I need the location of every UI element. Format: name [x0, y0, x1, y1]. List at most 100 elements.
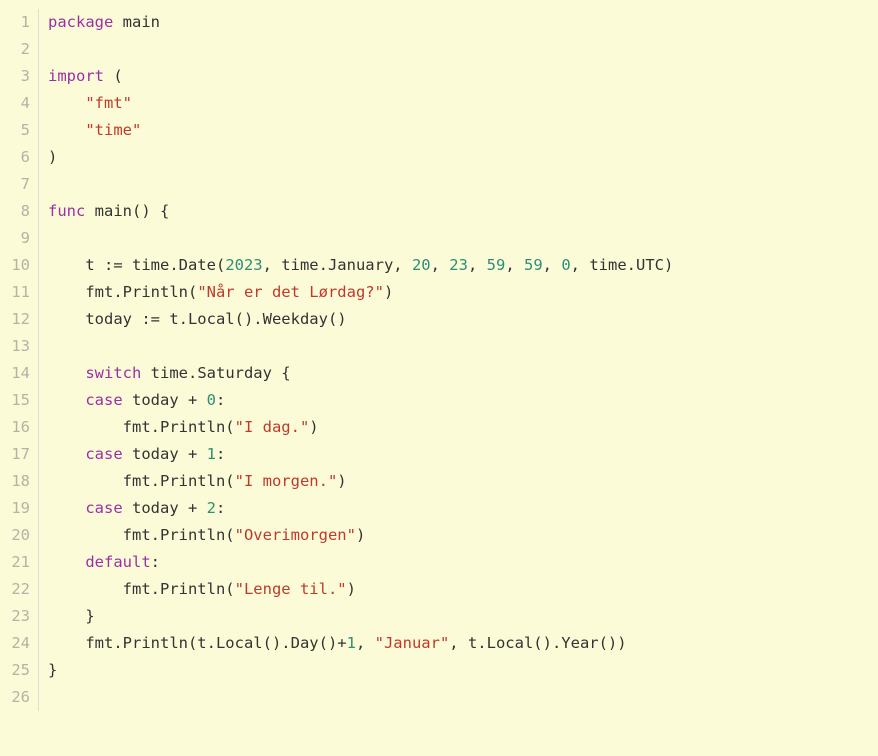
line-content[interactable]: fmt.Println("Når er det Lørdag?")	[39, 279, 878, 306]
code-line[interactable]: 13	[0, 333, 878, 360]
code-line[interactable]: 2	[0, 36, 878, 63]
token-keyword: import	[48, 67, 104, 85]
token-plain: t := time.Date(	[48, 256, 226, 274]
line-content[interactable]: default:	[39, 549, 878, 576]
token-plain: ,	[542, 256, 562, 274]
token-number: 0	[561, 256, 571, 274]
token-plain: main	[113, 13, 160, 31]
line-number: 20	[11, 526, 30, 544]
token-keyword: package	[48, 13, 114, 31]
line-number: 16	[11, 418, 30, 436]
code-line[interactable]: 11 fmt.Println("Når er det Lørdag?")	[0, 279, 878, 306]
line-content[interactable]: case today + 0:	[39, 387, 878, 414]
line-number: 6	[20, 148, 30, 166]
code-line[interactable]: 7	[0, 171, 878, 198]
line-content[interactable]	[39, 225, 878, 252]
line-number: 10	[11, 256, 30, 274]
line-content[interactable]	[39, 684, 878, 711]
code-line[interactable]: 17 case today + 1:	[0, 441, 878, 468]
line-number: 2	[20, 40, 30, 58]
code-line[interactable]: 25}	[0, 657, 878, 684]
line-content[interactable]: import (	[39, 63, 878, 90]
line-number: 24	[11, 634, 30, 652]
line-content[interactable]: )	[39, 144, 878, 171]
line-content[interactable]: fmt.Println("I morgen.")	[39, 468, 878, 495]
code-line[interactable]: 3 import (	[0, 63, 878, 90]
token-plain: (	[104, 67, 123, 85]
line-number: 4	[20, 94, 30, 112]
code-line[interactable]: 15 case today + 0:	[0, 387, 878, 414]
token-plain: main() {	[85, 202, 170, 220]
token-number: 0	[206, 391, 216, 409]
line-content[interactable]: fmt.Println("Overimorgen")	[39, 522, 878, 549]
token-string: "Lenge til."	[234, 580, 347, 598]
code-line[interactable]: 18 fmt.Println("I morgen.")	[0, 468, 878, 495]
line-content[interactable]: t := time.Date(2023, time.January, 20, 2…	[39, 252, 878, 279]
line-number: 11	[11, 283, 30, 301]
code-line[interactable]: 20 fmt.Println("Overimorgen")	[0, 522, 878, 549]
line-content[interactable]	[39, 171, 878, 198]
line-content[interactable]: case today + 2:	[39, 495, 878, 522]
token-plain: )	[346, 580, 356, 598]
line-content[interactable]: today := t.Local().Weekday()	[39, 306, 878, 333]
line-number: 19	[11, 499, 30, 517]
code-line[interactable]: 10 t := time.Date(2023, time.January, 20…	[0, 252, 878, 279]
line-number: 1	[20, 13, 30, 31]
token-plain: today +	[122, 445, 207, 463]
code-line[interactable]: 8 func main() {	[0, 198, 878, 225]
token-plain: )	[337, 472, 347, 490]
token-plain: ,	[355, 634, 375, 652]
line-content[interactable]: }	[39, 603, 878, 630]
line-content[interactable]: switch time.Saturday {	[39, 360, 878, 387]
code-line[interactable]: 26	[0, 684, 878, 711]
line-content[interactable]: fmt.Println("I dag.")	[39, 414, 878, 441]
token-plain: ,	[430, 256, 450, 274]
code-line[interactable]: 12 today := t.Local().Weekday()	[0, 306, 878, 333]
line-number: 26	[11, 688, 30, 706]
line-content[interactable]: fmt.Println(t.Local().Day()+1, "Januar",…	[39, 630, 878, 657]
line-number: 17	[11, 445, 30, 463]
token-number: 1	[206, 445, 216, 463]
line-number: 22	[11, 580, 30, 598]
line-content[interactable]: package main	[39, 9, 878, 36]
code-line[interactable]: 5 "time"	[0, 117, 878, 144]
line-content[interactable]: func main() {	[39, 198, 878, 225]
line-content[interactable]: "time"	[39, 117, 878, 144]
token-string: "fmt"	[85, 94, 132, 112]
token-string: "Når er det Lørdag?"	[197, 283, 384, 301]
token-plain: , time.January,	[262, 256, 412, 274]
code-viewer[interactable]: 1 package main 2 3 import (4 "fmt" 5 "time" 6…	[0, 0, 878, 756]
code-line[interactable]: 21 default:	[0, 549, 878, 576]
line-content[interactable]: case today + 1:	[39, 441, 878, 468]
code-line[interactable]: 19 case today + 2:	[0, 495, 878, 522]
code-line[interactable]: 1 package main	[0, 9, 878, 36]
code-line[interactable]: 14 switch time.Saturday {	[0, 360, 878, 387]
token-plain: today := t.Local().Weekday()	[48, 310, 347, 328]
token-number: 59	[523, 256, 543, 274]
code-line[interactable]: 6)	[0, 144, 878, 171]
line-number: 3	[20, 67, 30, 85]
code-line[interactable]: 4 "fmt"	[0, 90, 878, 117]
line-number: 7	[20, 175, 30, 193]
line-content[interactable]: fmt.Println("Lenge til.")	[39, 576, 878, 603]
line-number: 18	[11, 472, 30, 490]
token-number: 23	[449, 256, 468, 274]
line-content[interactable]: "fmt"	[39, 90, 878, 117]
token-plain: :	[216, 445, 226, 463]
token-number: 1	[346, 634, 356, 652]
code-line[interactable]: 16 fmt.Println("I dag.")	[0, 414, 878, 441]
token-plain: ,	[505, 256, 524, 274]
code-line[interactable]: 23 }	[0, 603, 878, 630]
line-content[interactable]	[39, 333, 878, 360]
code-line[interactable]: 24 fmt.Println(t.Local().Day()+1, "Janua…	[0, 630, 878, 657]
token-keyword: case	[85, 499, 123, 517]
token-string: "I dag."	[234, 418, 310, 436]
line-content[interactable]: }	[39, 657, 878, 684]
code-line[interactable]: 22 fmt.Println("Lenge til.")	[0, 576, 878, 603]
line-content[interactable]	[39, 36, 878, 63]
code-line[interactable]: 9	[0, 225, 878, 252]
token-string: "time"	[85, 121, 142, 139]
